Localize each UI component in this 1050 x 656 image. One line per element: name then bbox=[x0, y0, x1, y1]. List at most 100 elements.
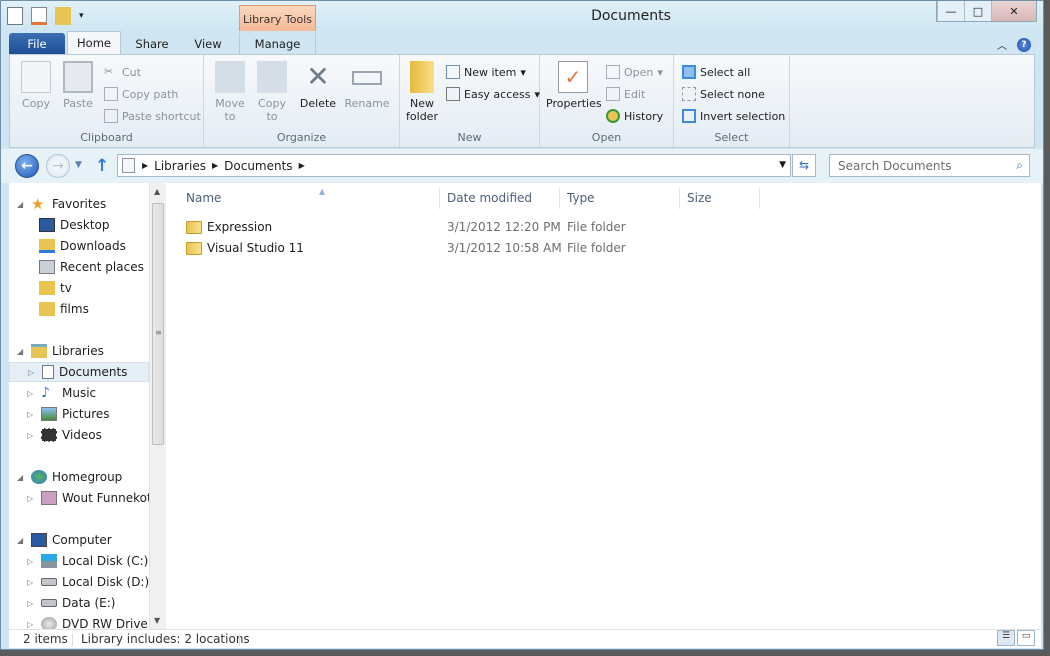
new-item-button[interactable]: New item ▾ bbox=[446, 65, 526, 79]
nav-item-films[interactable]: films bbox=[39, 299, 89, 319]
nav-item-tv[interactable]: tv bbox=[39, 278, 72, 298]
nav-item-recent-places[interactable]: Recent places bbox=[39, 257, 144, 277]
collapsed-icon[interactable]: ▷ bbox=[27, 389, 36, 398]
new-folder-icon[interactable] bbox=[55, 7, 71, 25]
nav-item-desktop[interactable]: Desktop bbox=[39, 215, 110, 235]
nav-favorites[interactable]: ◢ ★ Favorites bbox=[17, 194, 106, 214]
tab-view[interactable]: View bbox=[183, 33, 233, 54]
nav-item-dvd-drive[interactable]: ▷DVD RW Drive (K:) bbox=[27, 614, 149, 629]
easy-access-button[interactable]: Easy access ▾ bbox=[446, 87, 540, 101]
paste-shortcut-button[interactable]: Paste shortcut bbox=[104, 109, 201, 123]
copy-to-button[interactable]: Copy to bbox=[254, 61, 290, 123]
customize-qat-icon[interactable]: ▾ bbox=[79, 11, 84, 21]
library-icon bbox=[122, 158, 135, 173]
search-icon[interactable]: ⌕ bbox=[1016, 158, 1023, 173]
forward-button[interactable]: → bbox=[46, 154, 70, 178]
address-dropdown-icon[interactable]: ▼ bbox=[779, 160, 786, 170]
refresh-button[interactable]: ⇆ bbox=[792, 154, 816, 177]
minimize-button[interactable]: — bbox=[937, 1, 964, 21]
search-input[interactable]: Search Documents ⌕ bbox=[829, 154, 1030, 177]
properties-button[interactable]: ✓ Properties bbox=[546, 61, 602, 110]
nav-item-downloads[interactable]: Downloads bbox=[39, 236, 126, 256]
nav-item-data-e[interactable]: ▷ Data (E:) bbox=[27, 593, 115, 613]
edit-button[interactable]: Edit bbox=[606, 87, 645, 101]
chevron-right-icon[interactable]: ▶ bbox=[212, 161, 218, 170]
maximize-button[interactable]: □ bbox=[964, 1, 991, 21]
edit-icon bbox=[606, 87, 620, 101]
scroll-down-icon[interactable]: ▼ bbox=[154, 616, 160, 625]
library-tools-label: Library Tools bbox=[239, 5, 316, 31]
system-drive-icon bbox=[41, 554, 57, 568]
collapsed-icon[interactable]: ▷ bbox=[27, 578, 36, 587]
invert-selection-button[interactable]: Invert selection bbox=[682, 109, 785, 123]
tab-manage[interactable]: Manage bbox=[239, 33, 316, 54]
nav-item-local-disk-d[interactable]: ▷ Local Disk (D:) bbox=[27, 572, 149, 592]
nav-item-local-disk-c[interactable]: ▷ Local Disk (C:) bbox=[27, 551, 148, 571]
column-header-date[interactable]: Date modified bbox=[440, 187, 560, 209]
star-icon: ★ bbox=[31, 195, 45, 213]
help-icon[interactable]: ? bbox=[1017, 37, 1031, 52]
move-to-button[interactable]: Move to bbox=[212, 61, 248, 123]
chevron-right-icon[interactable]: ▶ bbox=[299, 161, 305, 170]
breadcrumb-libraries[interactable]: Libraries bbox=[154, 159, 206, 173]
collapsed-icon[interactable]: ▷ bbox=[27, 494, 36, 503]
column-header-type[interactable]: Type bbox=[560, 187, 680, 209]
nav-computer[interactable]: ◢ Computer bbox=[17, 530, 112, 550]
cut-button[interactable]: ✂ Cut bbox=[104, 65, 141, 79]
properties-check-icon: ✓ bbox=[558, 61, 588, 93]
properties-icon[interactable] bbox=[7, 7, 23, 25]
scrollbar-thumb[interactable] bbox=[152, 203, 164, 445]
chevron-right-icon[interactable]: ▶ bbox=[142, 161, 148, 170]
back-button[interactable]: ← bbox=[15, 154, 39, 178]
up-button[interactable]: ↑ bbox=[95, 156, 109, 176]
open-button[interactable]: Open ▾ bbox=[606, 65, 663, 79]
paste-button[interactable]: Paste bbox=[60, 61, 96, 110]
nav-item-videos[interactable]: ▷ Videos bbox=[27, 425, 102, 445]
library-locations[interactable]: Library includes: 2 locations bbox=[81, 632, 250, 646]
rename-button[interactable]: Rename bbox=[342, 61, 392, 110]
large-icons-view-button[interactable]: ▭ bbox=[1017, 630, 1035, 646]
expanded-icon[interactable]: ◢ bbox=[17, 200, 26, 209]
copy-button[interactable]: Copy bbox=[18, 61, 54, 110]
scroll-up-icon[interactable]: ▲ bbox=[154, 187, 160, 196]
history-button[interactable]: History bbox=[606, 109, 663, 123]
nav-item-user[interactable]: ▷Wout Funnekotter bbox=[27, 488, 149, 508]
address-bar[interactable]: ▶ Libraries ▶ Documents ▶ ▼ bbox=[117, 154, 791, 177]
breadcrumb-documents[interactable]: Documents bbox=[224, 159, 292, 173]
nav-homegroup[interactable]: ◢ Homegroup bbox=[17, 467, 122, 487]
delete-button[interactable]: ✕ Delete bbox=[298, 61, 338, 111]
collapsed-icon[interactable]: ▷ bbox=[27, 557, 36, 566]
column-header-name[interactable]: Name ▲ bbox=[179, 187, 440, 209]
minimize-ribbon-icon[interactable]: ︿ bbox=[997, 37, 1007, 52]
nav-item-pictures[interactable]: ▷ Pictures bbox=[27, 404, 110, 424]
select-all-button[interactable]: Select all bbox=[682, 65, 750, 79]
new-folder-button[interactable]: New folder bbox=[404, 61, 440, 123]
column-header-size[interactable]: Size bbox=[680, 187, 760, 209]
collapsed-icon[interactable]: ▷ bbox=[27, 620, 36, 629]
details-view-button[interactable]: ☰ bbox=[997, 630, 1015, 646]
collapsed-icon[interactable]: ▷ bbox=[27, 599, 36, 608]
collapsed-icon[interactable]: ▷ bbox=[27, 431, 36, 440]
tab-share[interactable]: Share bbox=[125, 33, 179, 54]
copy-path-icon bbox=[104, 87, 118, 101]
collapsed-icon[interactable]: ▷ bbox=[27, 410, 36, 419]
select-none-button[interactable]: Select none bbox=[682, 87, 765, 101]
expanded-icon[interactable]: ◢ bbox=[17, 473, 26, 482]
nav-scrollbar[interactable]: ▲ ≡ ▼ bbox=[149, 183, 166, 629]
tab-file[interactable]: File bbox=[9, 33, 65, 54]
collapsed-icon[interactable]: ▷ bbox=[28, 368, 37, 377]
new-document-icon[interactable] bbox=[31, 7, 47, 25]
folder-icon bbox=[186, 220, 202, 234]
nav-libraries[interactable]: ◢ Libraries bbox=[17, 341, 104, 361]
nav-item-documents[interactable]: ▷ Documents bbox=[9, 362, 149, 382]
select-group: Select all Select none Invert selection … bbox=[674, 55, 790, 147]
expanded-icon[interactable]: ◢ bbox=[17, 347, 26, 356]
nav-item-music[interactable]: ▷ ♪ Music bbox=[27, 383, 96, 403]
recent-places-icon bbox=[39, 260, 55, 274]
expanded-icon[interactable]: ◢ bbox=[17, 536, 26, 545]
window-title: Documents bbox=[591, 8, 671, 24]
tab-home[interactable]: Home bbox=[67, 31, 121, 54]
copy-path-button[interactable]: Copy path bbox=[104, 87, 178, 101]
close-button[interactable]: ✕ bbox=[991, 1, 1036, 21]
recent-locations-icon[interactable]: ▼ bbox=[75, 160, 82, 170]
